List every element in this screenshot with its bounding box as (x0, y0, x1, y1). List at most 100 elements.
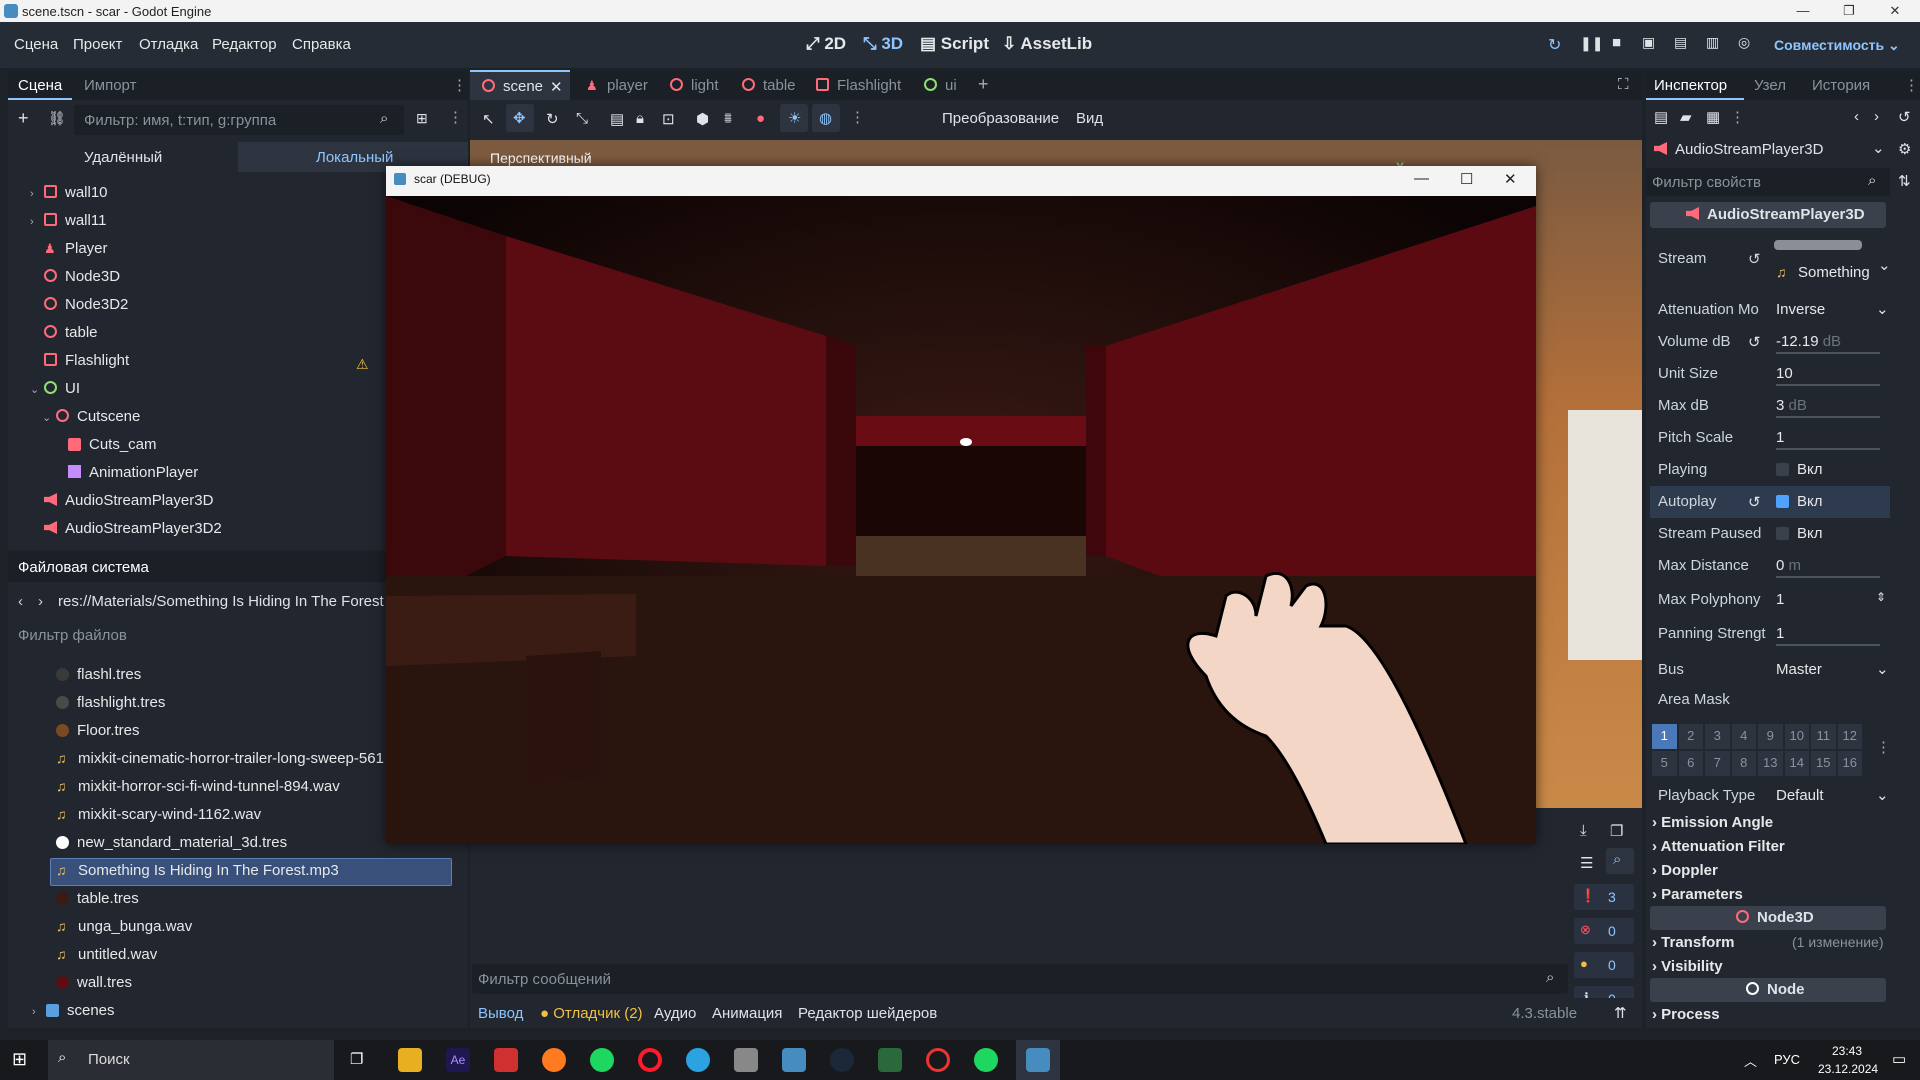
menu-debug[interactable]: Отладка (139, 36, 198, 53)
tree-item-table[interactable]: table (44, 324, 98, 352)
tree-item-audiostreamplayer3d[interactable]: AudioStreamPlayer3D (44, 492, 213, 520)
tree-item-audiostreamplayer3d2[interactable]: AudioStreamPlayer3D2 (44, 520, 222, 548)
menu-editor[interactable]: Редактор (212, 36, 277, 53)
clock-time[interactable]: 23:43 (1832, 1044, 1862, 1058)
menu-project[interactable]: Проект (73, 36, 122, 53)
prop-max-distance[interactable]: Max Distance 0 m (1650, 550, 1890, 582)
play-custom-icon[interactable]: ▥ (1706, 34, 1719, 51)
mask-bit[interactable]: 12 (1837, 724, 1862, 749)
opera-icon[interactable] (638, 1048, 662, 1072)
transform-menu[interactable]: Преобразование (942, 110, 1059, 127)
tree-item-node3d[interactable]: Node3D (44, 268, 120, 296)
tab-debugger[interactable]: ● Отладчик (2) (540, 1005, 643, 1022)
prop-max-db[interactable]: Max dB 3 dB (1650, 390, 1890, 422)
message-count-toggle[interactable]: ❗ 3 (1574, 884, 1634, 910)
task-view-icon[interactable]: ❐ (350, 1050, 363, 1068)
tree-item-animationplayer[interactable]: AnimationPlayer (68, 464, 198, 492)
remote-debug-icon[interactable]: ▣ (1642, 34, 1655, 51)
mask-bit[interactable]: 6 (1678, 751, 1703, 776)
tab-filesystem[interactable]: Файловая система (18, 559, 149, 576)
renderer-select[interactable]: Совместимость ⌄ (1774, 37, 1900, 54)
mask-bit[interactable]: 3 (1705, 724, 1730, 749)
add-tab-icon[interactable]: + (978, 74, 989, 95)
movie-maker-icon[interactable]: ◎ (1738, 34, 1750, 51)
stop-icon[interactable]: ■ (1612, 34, 1621, 51)
prop-pitch-scale[interactable]: Pitch Scale 1 (1650, 422, 1890, 454)
file-item-selected[interactable]: ♫ Something Is Hiding In The Forest.mp3 (56, 862, 339, 890)
tab-ui[interactable]: ui (924, 77, 957, 94)
app-icon[interactable] (878, 1048, 902, 1072)
mask-bit[interactable]: 8 (1731, 751, 1756, 776)
tab-output[interactable]: Вывод (478, 1005, 523, 1022)
inspector-menu-icon[interactable]: ⋮ (1904, 76, 1919, 94)
workspace-assetlib-button[interactable]: ⇩ AssetLib (1002, 34, 1092, 54)
pause-icon[interactable]: ❚❚ (1580, 35, 1603, 52)
instantiate-icon[interactable]: ⊞ (416, 110, 428, 127)
mask-bit[interactable]: 16 (1837, 751, 1862, 776)
open-folder-icon[interactable]: ▰ (1680, 108, 1692, 126)
view-menu[interactable]: Вид (1076, 110, 1103, 127)
mask-bit[interactable]: 5 (1652, 751, 1677, 776)
message-filter-input[interactable]: Фильтр сообщений ⌕ (472, 964, 1568, 994)
file-item[interactable]: Floor.tres (56, 722, 140, 750)
property-filter-input[interactable]: Фильтр свойств ⌕ (1646, 168, 1890, 196)
prop-max-polyphony[interactable]: Max Polyphony 1 ⇕ (1650, 584, 1890, 616)
mask-bit[interactable]: 15 (1811, 751, 1836, 776)
file-item[interactable]: flashlight.tres (56, 694, 165, 722)
tree-item-node3d2[interactable]: Node3D2 (44, 296, 128, 324)
scene-filter-input[interactable]: Фильтр: имя, t:тип, g:группа ⌕ (74, 105, 404, 135)
mask-bit[interactable]: 13 (1758, 751, 1783, 776)
section-emission-angle[interactable]: › Emission Angle (1652, 814, 1773, 831)
tree-item-cuts-cam[interactable]: Cuts_cam (68, 436, 157, 464)
prop-panning-strength[interactable]: Panning Strengt 1 (1650, 618, 1890, 650)
mask-bit[interactable]: 10 (1784, 724, 1809, 749)
scene-menu-icon[interactable]: ⋮ (448, 108, 463, 126)
folder-item-scenes[interactable]: › scenes (32, 1002, 115, 1028)
mask-bit[interactable]: 1 (1652, 724, 1677, 749)
prop-volume-db[interactable]: Volume dB ↺ -12.19 dB (1650, 326, 1890, 358)
file-item[interactable]: ♫ untitled.wav (56, 946, 157, 974)
mask-bit[interactable]: 9 (1758, 724, 1783, 749)
file-item[interactable]: ♫ unga_bunga.wav (56, 918, 192, 946)
section-visibility[interactable]: › Visibility (1652, 958, 1723, 975)
tree-item-flashlight[interactable]: Flashlight (44, 352, 129, 380)
prop-stream[interactable]: Stream ↺ ♫ Something ⌄ (1650, 234, 1891, 286)
mask-bit[interactable]: 2 (1678, 724, 1703, 749)
filter-options-icon[interactable]: ⇅ (1898, 172, 1911, 190)
godot-icon[interactable] (782, 1048, 806, 1072)
environment-preview-button[interactable]: ◍ (812, 104, 840, 132)
move-tool-button[interactable]: ✥ (506, 104, 534, 132)
windows-start-icon[interactable]: ⊞ (12, 1049, 27, 1070)
tree-item-wall11[interactable]: › wall11 (30, 212, 106, 240)
tab-history[interactable]: История (1812, 77, 1870, 94)
tab-table[interactable]: table (742, 77, 796, 94)
tray-chevron-icon[interactable]: ︿ (1744, 1051, 1757, 1070)
path-field[interactable]: res://Materials/Something Is Hiding In T… (58, 593, 396, 610)
mask-bit[interactable]: 4 (1731, 724, 1756, 749)
tree-item-ui[interactable]: ⌄ UI (30, 380, 80, 408)
section-transform[interactable]: › Transform (1652, 934, 1735, 951)
maximize-icon[interactable]: ❐ (1826, 0, 1872, 22)
prop-playback-type[interactable]: Playback Type Default ⌄ (1650, 780, 1890, 812)
camera-override-icon[interactable]: ● (756, 110, 765, 127)
taskbar-search[interactable]: ⌕ Поиск (48, 1040, 334, 1080)
spotify-icon[interactable] (974, 1048, 998, 1072)
obs-icon[interactable] (926, 1048, 950, 1072)
workspace-3d-button[interactable]: ⤡ 3D (863, 34, 903, 54)
tab-flashlight[interactable]: Flashlight (816, 77, 901, 94)
mask-bit[interactable]: 11 (1811, 724, 1836, 749)
game-viewport[interactable] (386, 196, 1536, 844)
after-effects-icon[interactable]: Ae (446, 1048, 470, 1072)
file-item[interactable]: ♫ mixkit-cinematic-horror-trailer-long-sw… (56, 750, 384, 778)
snap-icon[interactable]: ⩩ (724, 110, 732, 127)
app-icon[interactable] (734, 1048, 758, 1072)
tab-node[interactable]: Узел (1754, 77, 1786, 94)
file-item[interactable]: flashl.tres (56, 666, 141, 694)
restart-icon[interactable]: ↻ (1548, 35, 1561, 55)
filter-icon[interactable]: ☰ (1580, 854, 1593, 872)
play-scene-icon[interactable]: ▤ (1674, 34, 1687, 51)
notifications-icon[interactable]: ▭ (1892, 1050, 1906, 1068)
back-icon[interactable]: ‹ (18, 593, 23, 610)
prop-autoplay[interactable]: Autoplay ↺ Вкл (1650, 486, 1890, 518)
file-item[interactable]: ♫ mixkit-scary-wind-1162.wav (56, 806, 261, 834)
